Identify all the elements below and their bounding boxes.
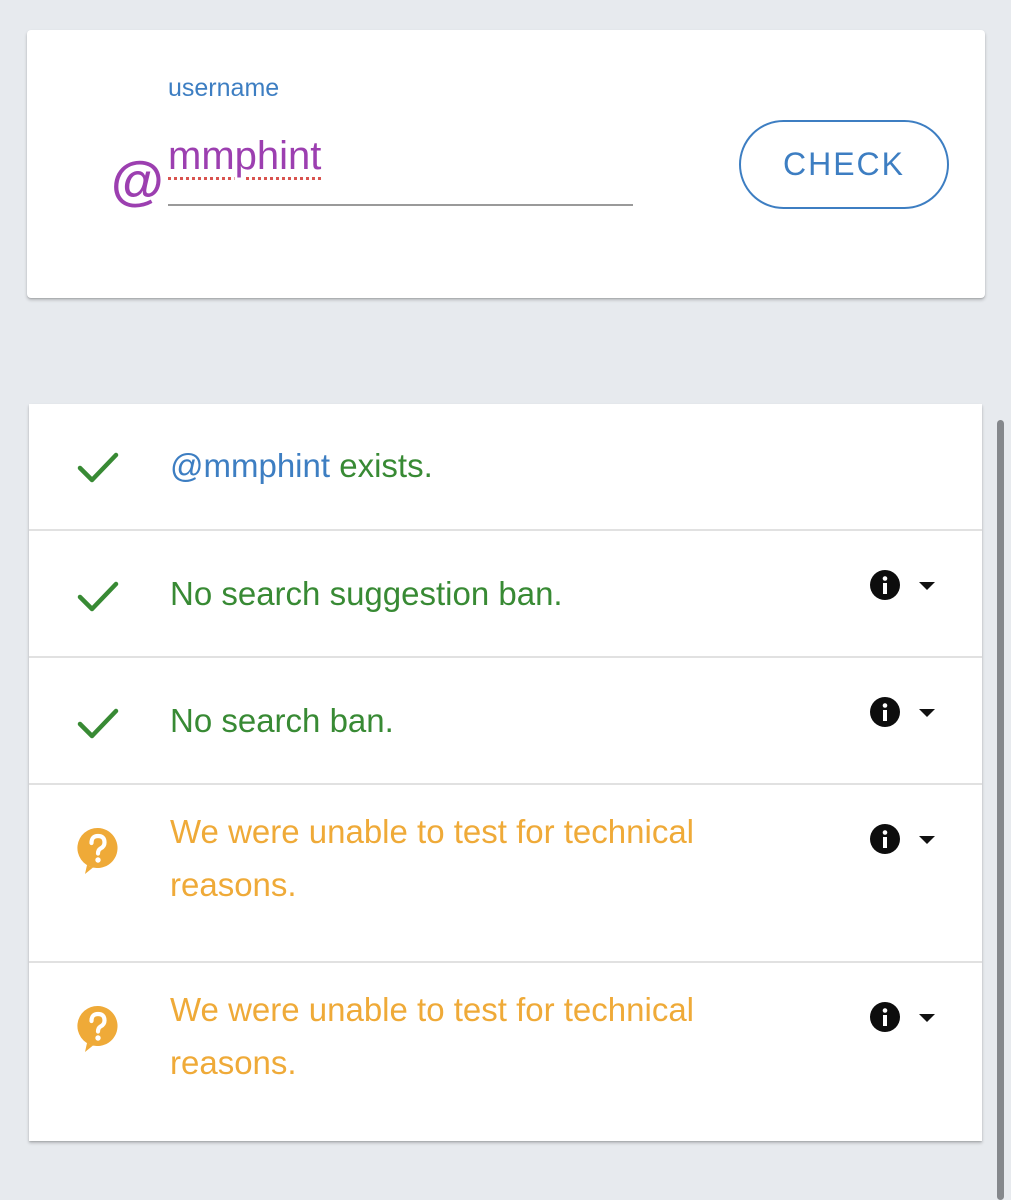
at-icon: @ <box>111 151 164 211</box>
results-list: @mmphint exists. No search suggestion ba… <box>29 404 982 1141</box>
info-icon[interactable] <box>869 569 901 601</box>
username-input[interactable] <box>168 128 633 206</box>
checkmark-icon <box>77 708 119 739</box>
question-bubble-icon <box>77 827 118 874</box>
result-text: No search suggestion ban. <box>170 575 563 612</box>
info-icon[interactable] <box>869 823 901 855</box>
chevron-down-icon[interactable] <box>919 709 935 717</box>
result-text: No search ban. <box>170 702 394 739</box>
result-row-search-ban: No search ban. <box>29 658 982 785</box>
username-label: username <box>168 74 280 102</box>
checkmark-icon <box>77 452 119 483</box>
result-row-unknown-2: We were unable to test for technical rea… <box>29 963 982 1141</box>
info-icon[interactable] <box>869 1001 901 1033</box>
info-icon[interactable] <box>869 696 901 728</box>
result-row-search-suggestion-ban: No search suggestion ban. <box>29 531 982 658</box>
result-row-unknown-1: We were unable to test for technical rea… <box>29 785 982 963</box>
result-text: @mmphint exists. <box>170 447 433 484</box>
checkmark-icon <box>77 581 119 612</box>
result-text: We were unable to test for technical rea… <box>170 813 695 903</box>
chevron-down-icon[interactable] <box>919 582 935 590</box>
search-card: @ username mmphint CHECK <box>27 30 985 298</box>
result-text: We were unable to test for technical rea… <box>170 991 695 1081</box>
result-row-exists: @mmphint exists. <box>29 404 982 531</box>
scrollbar[interactable] <box>997 420 1004 1200</box>
chevron-down-icon[interactable] <box>919 836 935 844</box>
question-bubble-icon <box>77 1005 118 1052</box>
chevron-down-icon[interactable] <box>919 1014 935 1022</box>
username-handle: @mmphint <box>170 447 331 484</box>
check-button[interactable]: CHECK <box>739 120 949 209</box>
